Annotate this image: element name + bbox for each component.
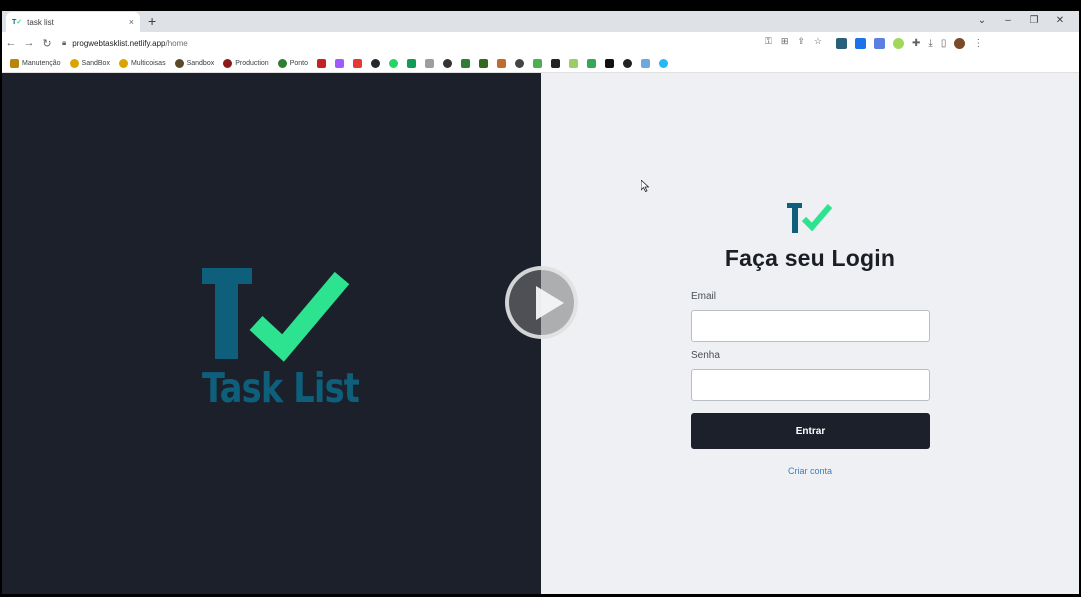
extension-icon[interactable] [893,37,904,49]
bookmark-icon[interactable] [622,58,632,68]
translate-icon[interactable]: ⊞ [781,36,789,47]
bookmark-icon [223,58,233,68]
extension-icon[interactable] [855,37,866,49]
logo-title: Task List [202,364,360,412]
sheets-icon[interactable] [406,58,416,68]
address-bar[interactable]: 🔒︎ progwebtasklist.netlify.app /home ⚿ ⊞… [62,34,822,52]
new-tab-button[interactable]: + [148,13,156,29]
bookmark-item[interactable]: Manutenção [10,58,61,68]
email-label: Email [691,291,717,302]
bookmark-icon [277,58,287,68]
youtube-icon[interactable] [352,58,362,68]
brand-panel: Task List [2,73,541,594]
bookmark-icon[interactable] [514,58,524,68]
url-host: progwebtasklist.netlify.app [72,38,166,48]
side-panel-icon[interactable]: ▯ [941,38,947,49]
browser-window: T✓ task list × + ⌄ – ❐ ✕ ← → ↻ 🔒︎ progwe… [2,11,1079,594]
bookmark-icon[interactable] [442,58,452,68]
login-button[interactable]: Entrar [691,413,930,449]
key-icon[interactable]: ⚿ [765,36,772,47]
bookmark-icon[interactable] [568,58,578,68]
password-label: Senha [691,350,720,361]
bookmark-icon[interactable] [658,58,668,68]
extensions-area: ✚ ⤓ ▯ ⋮ [836,37,983,49]
back-arrow-icon[interactable]: ← [2,37,20,49]
github-icon[interactable] [370,58,380,68]
mouse-cursor-icon [641,180,649,192]
lock-icon[interactable]: 🔒︎ [62,38,66,48]
bookmark-icon[interactable] [496,58,506,68]
bookmark-item[interactable]: Multicoisas [118,58,166,68]
bookmarks-bar: Manutenção SandBox Multicoisas Sandbox P… [2,54,1079,73]
url-path: /home [165,38,188,48]
tab-search-icon[interactable]: ⌄ [969,13,995,29]
reload-icon[interactable]: ↻ [38,37,56,50]
task-list-small-logo-icon [787,203,833,233]
bookmark-icon [69,58,79,68]
create-account-link[interactable]: Criar conta [541,466,1079,476]
bookmark-icon[interactable] [424,58,434,68]
browser-toolbar: ← → ↻ 🔒︎ progwebtasklist.netlify.app /ho… [2,32,1079,54]
password-field[interactable] [691,369,930,401]
email-field[interactable] [691,310,930,342]
bookmark-icon[interactable] [586,58,596,68]
figma-icon[interactable] [334,58,344,68]
bookmark-icon[interactable] [604,58,614,68]
window-controls: ⌄ – ❐ ✕ [969,13,1073,29]
restore-button[interactable]: ❐ [1021,13,1047,29]
tab-task-list[interactable]: T✓ task list × [6,12,140,32]
bookmark-icon[interactable] [478,58,488,68]
extension-icon[interactable] [836,37,847,49]
close-window-button[interactable]: ✕ [1047,13,1073,29]
star-icon[interactable]: ☆ [814,36,822,47]
page-content: Task List Faça seu Login Email Senha Ent… [2,73,1079,594]
minimize-button[interactable]: – [995,13,1021,29]
share-icon[interactable]: ⇪ [797,36,805,47]
extension-icon[interactable] [874,37,885,49]
bookmark-icon[interactable] [460,58,470,68]
bookmark-item[interactable]: SandBox [69,58,110,68]
tab-title: task list [27,17,54,27]
bookmark-icon [174,58,184,68]
favicon-icon: T✓ [12,19,23,26]
video-play-button[interactable] [505,266,578,339]
close-tab-icon[interactable]: × [129,17,134,27]
forward-arrow-icon[interactable]: → [20,37,38,49]
whatsapp-icon[interactable] [388,58,398,68]
bookmark-item[interactable]: Sandbox [174,58,214,68]
bookmark-icon[interactable] [532,58,542,68]
bookmark-icon [118,58,128,68]
bookmark-item[interactable]: Production [223,58,269,68]
bookmark-icon[interactable] [640,58,650,68]
folder-icon [10,58,19,68]
gmail-icon[interactable] [316,58,326,68]
bookmark-icon[interactable] [550,58,560,68]
puzzle-icon[interactable]: ✚ [912,38,920,49]
video-frame: T✓ task list × + ⌄ – ❐ ✕ ← → ↻ 🔒︎ progwe… [0,0,1081,597]
tab-strip: T✓ task list × + ⌄ – ❐ ✕ [2,11,1079,32]
avatar[interactable] [954,37,966,49]
bookmark-item[interactable]: Ponto [277,58,308,68]
download-icon[interactable]: ⤓ [928,38,932,49]
page-title: Faça seu Login [724,245,896,271]
login-panel: Faça seu Login Email Senha Entrar Criar … [541,73,1079,594]
menu-icon[interactable]: ⋮ [973,38,983,49]
